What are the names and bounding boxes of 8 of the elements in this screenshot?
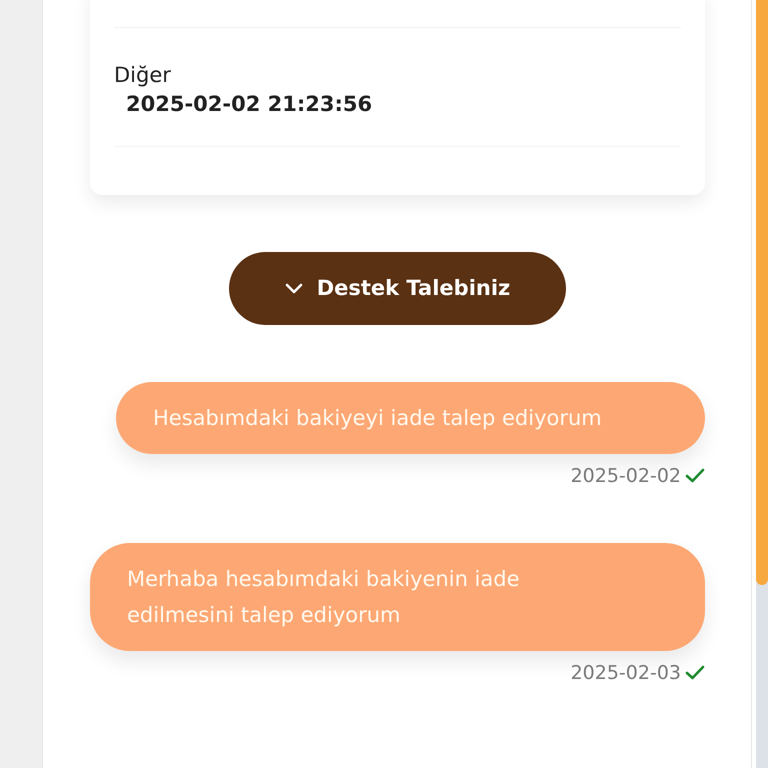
support-request-toggle-button[interactable]: Destek Talebiniz [229, 252, 566, 326]
message-date: 2025-02-03 [570, 660, 681, 686]
message-date: 2025-02-02 [570, 464, 681, 490]
scrollbar-thumb[interactable] [756, 0, 768, 585]
ticket-datetime: 2025-02-02 21:23:56 [126, 93, 374, 116]
ticket-category: Diğer [114, 64, 172, 88]
message-bubble: Merhaba hesabımdaki bakiyenin iade edilmesini talep ediyorum [90, 542, 705, 651]
message-bubble: Hesabımdaki bakiyeyi iade talep ediyorum [116, 382, 705, 454]
